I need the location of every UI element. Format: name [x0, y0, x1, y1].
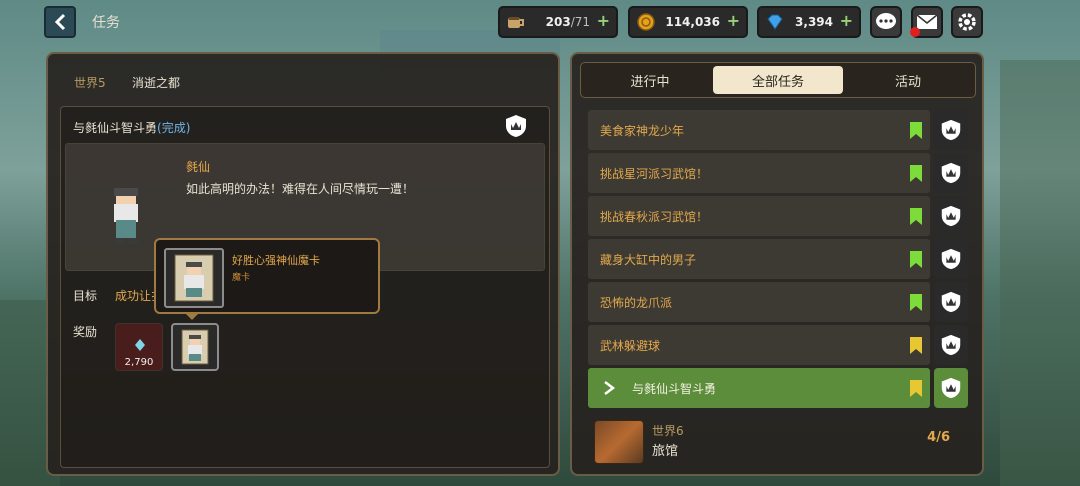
- quest-row-label: 美食家神龙少年: [600, 124, 685, 138]
- quest-shield-button[interactable]: [934, 110, 968, 150]
- stamina-counter[interactable]: 203/71 +: [498, 6, 618, 38]
- bookmark-icon: [910, 122, 922, 139]
- gem-value: 3,394: [795, 15, 833, 29]
- bookmark-icon: [910, 380, 922, 397]
- quest-row-label: 与毵仙斗智斗勇: [632, 382, 717, 396]
- chevron-left-icon: [54, 13, 66, 31]
- npc-name: 毵仙: [186, 160, 211, 174]
- quest-row-label: 武林躲避球: [600, 339, 661, 353]
- shield-icon: [941, 334, 961, 356]
- reward-card-slot[interactable]: [171, 323, 219, 371]
- quest-row-label: 恐怖的龙爪派: [600, 296, 673, 310]
- quest-shield-button[interactable]: [934, 153, 968, 193]
- gold-value: 114,036: [665, 15, 720, 29]
- npc-sage-sprite: [114, 188, 138, 244]
- quest-status: (完成): [157, 121, 191, 135]
- quest-shield-button[interactable]: [934, 239, 968, 279]
- tooltip-arrow: [184, 312, 200, 320]
- world-label: 世界5: [74, 76, 106, 90]
- gem-icon: [135, 339, 145, 351]
- reward-gem-amount: 2,790: [124, 357, 154, 368]
- gear-icon: [958, 13, 976, 31]
- quest-shield-button[interactable]: [934, 282, 968, 322]
- plus-icon[interactable]: +: [840, 11, 853, 30]
- quest-row[interactable]: 藏身大缸中的男子: [588, 239, 930, 279]
- quest-row[interactable]: 挑战春秋派习武馆！: [588, 196, 930, 236]
- tab-events[interactable]: 活动: [843, 66, 973, 94]
- world-name: 消逝之都: [132, 76, 181, 90]
- shield-icon: [941, 291, 961, 313]
- next-world-label: 世界6: [652, 424, 684, 438]
- chat-bubble-icon: [876, 13, 896, 29]
- bookmark-icon: [910, 251, 922, 268]
- notification-dot: [910, 27, 920, 37]
- bookmark-icon: [910, 337, 922, 354]
- shield-icon: [941, 119, 961, 141]
- tooltip-title: 好胜心强神仙魔卡: [232, 254, 320, 267]
- quest-list-panel: 进行中 全部任务 活动 美食家神龙少年挑战星河派习武馆！ 挑战春秋派习武馆！ 藏身大…: [570, 52, 984, 476]
- quest-row-label: 挑战星河派习武馆！: [600, 167, 709, 181]
- tab-bar: 进行中 全部任务 活动: [580, 62, 976, 98]
- bookmark-icon: [910, 165, 922, 182]
- page-title: 任务: [92, 15, 120, 31]
- quest-row-label: 藏身大缸中的男子: [600, 253, 697, 267]
- plus-icon[interactable]: +: [727, 11, 740, 30]
- sage-card-icon: [181, 329, 209, 365]
- bookmark-icon: [910, 208, 922, 225]
- shield-icon: [941, 162, 961, 184]
- background-block: [1000, 60, 1080, 486]
- npc-dialog-text: 如此高明的办法！难得在人间尽情玩一遭！: [186, 182, 415, 196]
- target-label: 目标: [73, 289, 98, 303]
- diamond-icon: [767, 14, 783, 30]
- bookmark-icon: [910, 294, 922, 311]
- plus-icon[interactable]: +: [597, 11, 610, 30]
- next-world-progress: 4/6: [927, 430, 950, 445]
- chat-button[interactable]: [870, 6, 902, 38]
- gold-coin-icon: [637, 13, 655, 31]
- quest-row[interactable]: 恐怖的龙爪派: [588, 282, 930, 322]
- stamina-value: 203/71: [545, 15, 590, 29]
- quest-shield-button[interactable]: [934, 325, 968, 365]
- quest-shield-button[interactable]: [934, 368, 968, 408]
- quest-row[interactable]: 美食家神龙少年: [588, 110, 930, 150]
- shield-icon[interactable]: [503, 113, 529, 139]
- sage-card-icon: [174, 254, 214, 302]
- envelope-icon: [916, 14, 938, 29]
- gem-counter[interactable]: 3,394 +: [757, 6, 861, 38]
- chevron-right-icon: [604, 381, 616, 395]
- gold-counter[interactable]: 114,036 +: [628, 6, 748, 38]
- tooltip-subtitle: 魔卡: [232, 273, 251, 283]
- next-world-name: 旅馆: [652, 444, 679, 459]
- settings-button[interactable]: [951, 6, 983, 38]
- coffee-cup-icon: [508, 17, 524, 28]
- next-world-row[interactable]: 世界6 旅馆 4/6: [584, 416, 974, 468]
- shield-icon: [941, 377, 961, 399]
- tab-in-progress[interactable]: 进行中: [585, 66, 715, 94]
- card-tooltip: 好胜心强神仙魔卡 魔卡: [154, 238, 380, 314]
- back-button[interactable]: [44, 6, 76, 38]
- quest-row-selected[interactable]: 与毵仙斗智斗勇: [588, 368, 930, 408]
- reward-gem-slot[interactable]: 2,790: [115, 323, 163, 371]
- shield-icon: [941, 205, 961, 227]
- quest-row[interactable]: 挑战星河派习武馆！: [588, 153, 930, 193]
- shield-icon: [941, 248, 961, 270]
- quest-row-label: 挑战春秋派习武馆！: [600, 210, 709, 224]
- reward-label: 奖励: [73, 325, 98, 339]
- quest-shield-button[interactable]: [934, 196, 968, 236]
- world-thumbnail: [594, 420, 644, 464]
- tooltip-card-image: [164, 248, 224, 308]
- quest-title: 与毵仙斗智斗勇(完成): [73, 121, 191, 135]
- tab-all-quests[interactable]: 全部任务: [713, 66, 843, 94]
- quest-row[interactable]: 武林躲避球: [588, 325, 930, 365]
